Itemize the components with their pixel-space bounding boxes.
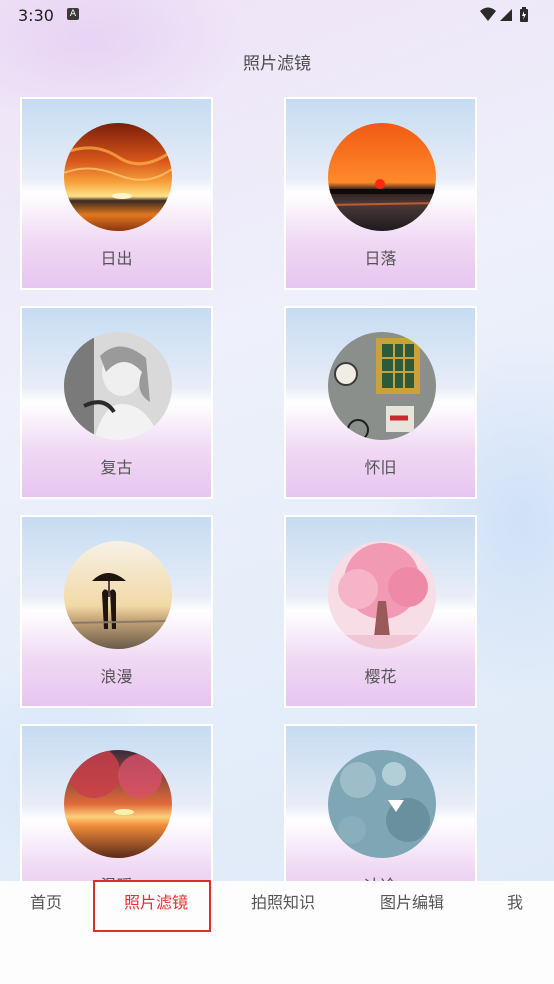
filter-card-romantic[interactable]: 浪漫 <box>20 515 213 708</box>
filter-label: 日出 <box>100 249 133 268</box>
filter-thumbnail <box>328 332 436 440</box>
status-time: 3:30 <box>18 6 54 25</box>
filter-card-sunset[interactable]: 日落 <box>284 97 477 290</box>
bottom-navigation: 首页 照片滤镜 拍照知识 图片编辑 我 <box>0 880 554 984</box>
filter-card-cold[interactable]: 冰冷 <box>284 724 477 881</box>
filter-card-warm[interactable]: 温暖 <box>20 724 213 881</box>
filter-label: 日落 <box>364 249 397 268</box>
nav-me[interactable]: 我 <box>507 889 523 913</box>
filter-label: 怀旧 <box>364 458 397 477</box>
filter-thumbnail <box>328 750 436 858</box>
filter-card-nostalgic[interactable]: 怀旧 <box>284 306 477 499</box>
filter-card-cherry-blossom[interactable]: 樱花 <box>284 515 477 708</box>
wifi-icon <box>480 7 496 21</box>
filter-thumbnail <box>64 332 172 440</box>
filter-thumbnail <box>64 750 172 858</box>
filter-label: 樱花 <box>364 667 397 686</box>
filter-label: 浪漫 <box>100 667 133 686</box>
nav-photo-filters[interactable]: 照片滤镜 <box>124 889 188 913</box>
system-status-icons <box>480 7 528 22</box>
notification-a-icon: A <box>67 8 79 20</box>
filter-thumbnail <box>64 123 172 231</box>
filter-label: 冰冷 <box>286 872 475 881</box>
battery-icon <box>520 7 528 22</box>
filter-thumbnail <box>328 541 436 649</box>
nav-photo-tips[interactable]: 拍照知识 <box>251 889 315 913</box>
status-bar: 3:30 A <box>0 0 554 32</box>
filter-thumbnail <box>64 541 172 649</box>
nav-home[interactable]: 首页 <box>30 889 62 913</box>
page-title: 照片滤镜 <box>243 54 311 74</box>
filter-thumbnail <box>328 123 436 231</box>
filter-card-sunrise[interactable]: 日出 <box>20 97 213 290</box>
filter-label: 复古 <box>100 458 133 477</box>
filter-card-vintage[interactable]: 复古 <box>20 306 213 499</box>
filter-grid: 日出 日落 复古 怀旧 浪漫 樱花 <box>20 97 480 881</box>
signal-icon <box>500 9 512 21</box>
nav-image-edit[interactable]: 图片编辑 <box>380 889 444 913</box>
